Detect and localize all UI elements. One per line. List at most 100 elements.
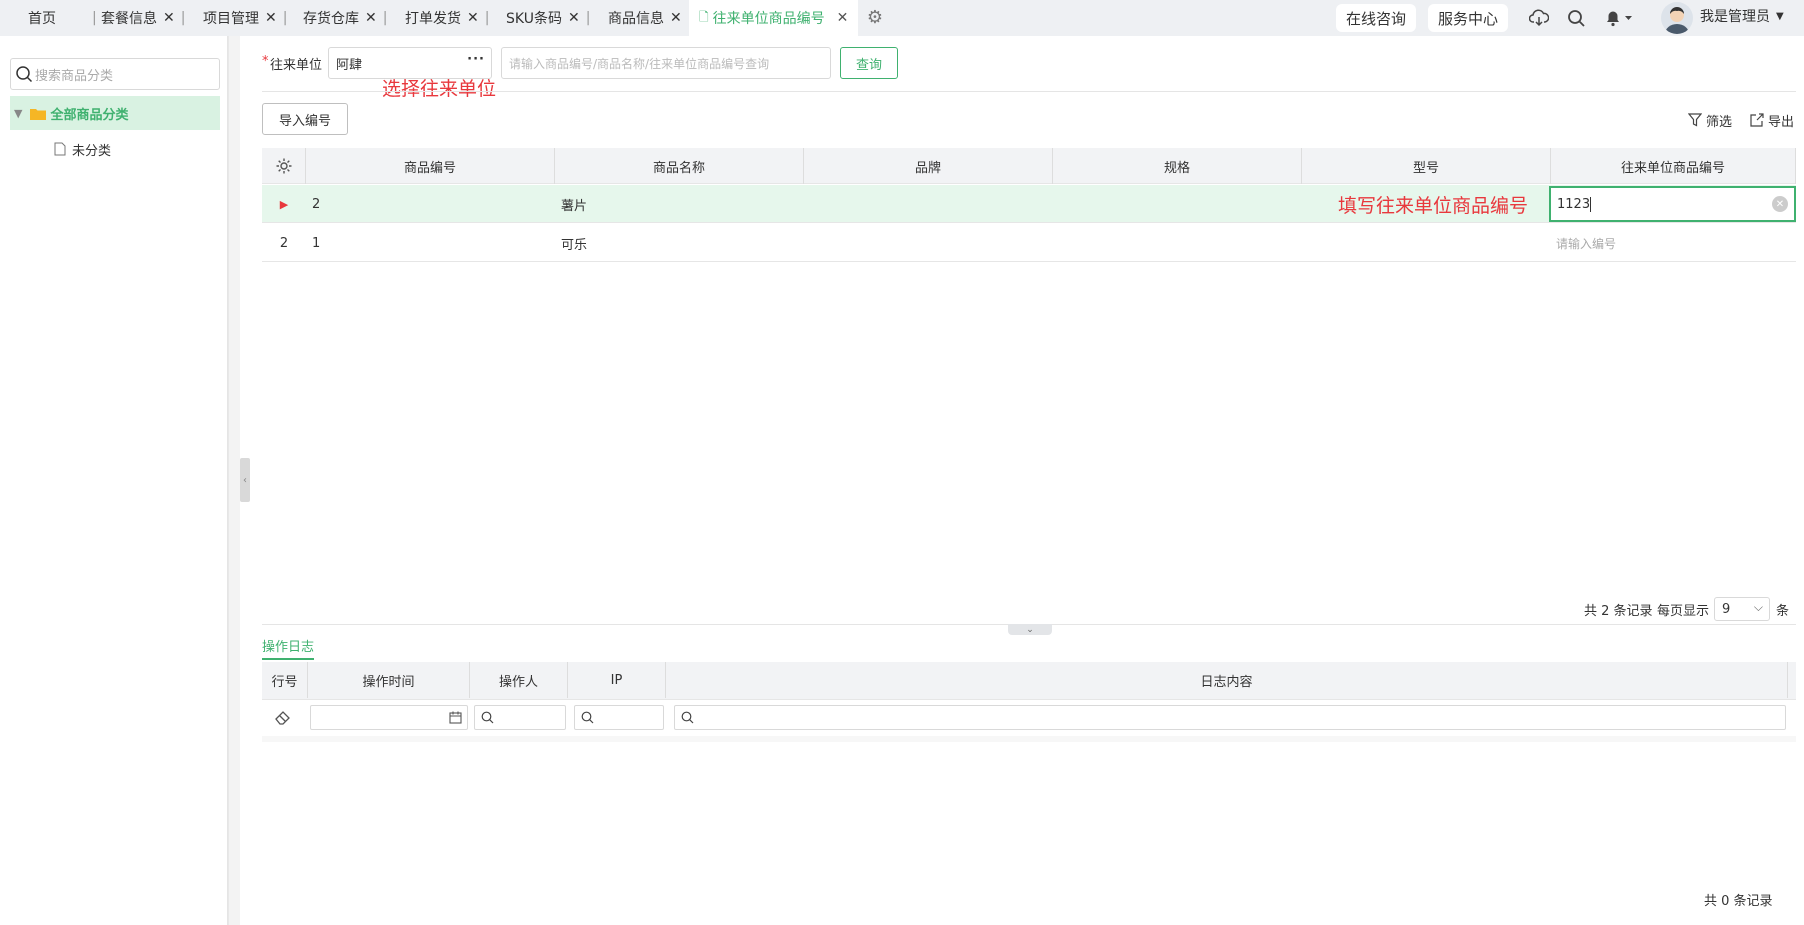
grid-header: 商品编号 商品名称 品牌 规格 型号 往来单位商品编号 <box>262 148 1796 184</box>
column-header-product-name[interactable]: 商品名称 <box>555 148 804 184</box>
per-page-select[interactable]: 9 ⌵ <box>1714 597 1770 621</box>
pager-unit: 条 <box>1776 604 1790 619</box>
online-consult-button[interactable]: 在线咨询 <box>1336 4 1417 32</box>
export-button[interactable]: 导出 <box>1750 110 1794 130</box>
tree-node-all-categories[interactable]: ▼ 全部商品分类 <box>10 96 220 130</box>
close-icon[interactable]: ✕ <box>265 10 277 26</box>
column-label: 行号 <box>271 674 298 690</box>
category-search-input[interactable]: 搜索商品分类 <box>10 58 220 90</box>
cloud-download-icon[interactable] <box>1527 6 1551 30</box>
partner-code-edit-input[interactable]: 1123 ✕ <box>1549 186 1796 222</box>
log-time-filter-input[interactable] <box>310 705 468 730</box>
column-settings-icon[interactable] <box>262 148 306 184</box>
import-codes-button[interactable]: 导入编号 <box>262 103 348 135</box>
column-label: 商品名称 <box>652 160 705 176</box>
product-search-placeholder: 请输入商品编号/商品名称/往来单位商品编号查询 <box>509 56 770 71</box>
cell-product-name: 薯片 <box>561 198 588 214</box>
log-total: 共 0 条记录 <box>1704 894 1773 909</box>
user-menu[interactable]: 我是管理员 ▼ <box>1700 0 1784 32</box>
tab-separator: | <box>180 10 186 26</box>
column-header-product-code[interactable]: 商品编号 <box>306 148 555 184</box>
search-icon <box>16 66 33 83</box>
filter-button[interactable]: 筛选 <box>1688 110 1732 130</box>
category-search-placeholder: 搜索商品分类 <box>35 68 114 84</box>
tab-separator: | <box>382 10 388 26</box>
column-header-model[interactable]: 型号 <box>1302 148 1551 184</box>
filter-label: 筛选 <box>1706 114 1733 130</box>
query-button[interactable]: 查询 <box>840 47 898 79</box>
table-row[interactable]: ▶ 2 薯片 填写往来单位商品编号 1123 ✕ <box>262 185 1796 223</box>
log-column-operator[interactable]: 操作人 <box>470 662 568 698</box>
text-caret <box>1590 196 1592 212</box>
cell-partner-code-placeholder[interactable]: 请输入编号 <box>1556 224 1616 262</box>
more-options-icon[interactable]: ··· <box>467 52 485 67</box>
log-column-content[interactable]: 日志内容 <box>666 662 1788 698</box>
tab-separator: | <box>282 10 288 26</box>
tab-operation-log[interactable]: 操作日志 <box>262 632 315 660</box>
close-icon[interactable]: ✕ <box>568 10 580 26</box>
log-grid-header: 行号 操作时间 操作人 IP 日志内容 <box>262 662 1796 700</box>
log-operator-filter-input[interactable] <box>474 705 566 730</box>
log-column-row-no[interactable]: 行号 <box>262 662 308 698</box>
column-header-brand[interactable]: 品牌 <box>804 148 1053 184</box>
sidebar-splitter[interactable] <box>228 36 240 925</box>
bell-icon[interactable] <box>1601 6 1637 30</box>
tree-child-label: 未分类 <box>72 143 112 159</box>
tab-label: SKU条码 <box>506 11 562 27</box>
calendar-icon[interactable] <box>449 711 462 724</box>
log-column-time[interactable]: 操作时间 <box>308 662 470 698</box>
close-icon[interactable]: ✕ <box>837 10 849 26</box>
column-label: 日志内容 <box>1200 674 1253 690</box>
log-tab-label: 操作日志 <box>262 639 315 655</box>
collapse-sidebar-handle[interactable]: ‹ <box>240 458 250 502</box>
partner-code-value: 1123 <box>1557 196 1591 212</box>
partner-value: 阿肆 <box>336 57 363 73</box>
row-pointer-icon: ▶ <box>279 197 289 211</box>
close-icon[interactable]: ✕ <box>670 10 682 26</box>
column-header-spec[interactable]: 规格 <box>1053 148 1302 184</box>
search-icon <box>681 711 694 724</box>
close-icon[interactable]: ✕ <box>163 10 175 26</box>
close-icon[interactable]: ✕ <box>365 10 377 26</box>
tab-sku-barcode[interactable]: SKU条码 ✕ | <box>506 0 590 36</box>
eraser-icon[interactable] <box>274 708 294 728</box>
log-content-filter-input[interactable] <box>674 705 1786 730</box>
column-label: 规格 <box>1163 160 1190 176</box>
column-label: 操作时间 <box>362 674 415 690</box>
export-label: 导出 <box>1768 114 1795 130</box>
annotation-select-partner: 选择往来单位 <box>382 78 497 100</box>
pager-total: 共 2 条记录 <box>1584 604 1653 619</box>
cell-row-index: 2 <box>279 235 289 251</box>
service-center-label: 服务中心 <box>1438 9 1499 28</box>
partner-label: 往来单位 <box>270 58 323 73</box>
tab-package-info[interactable]: 套餐信息 ✕ | <box>101 0 185 36</box>
caret-down-icon[interactable]: ▼ <box>14 107 22 120</box>
tab-label: 首页 <box>28 11 56 27</box>
tab-product-info[interactable]: 商品信息 ✕ <box>608 0 682 36</box>
tab-partner-product-code[interactable]: 🗋 往来单位商品编号 ✕ <box>689 0 859 36</box>
divider <box>262 91 1796 92</box>
column-label: 操作人 <box>498 674 538 690</box>
search-icon[interactable] <box>1564 6 1588 30</box>
log-column-ip[interactable]: IP <box>568 662 666 698</box>
category-sidebar: 搜索商品分类 ▼ 全部商品分类 未分类 <box>0 36 228 925</box>
collapse-panel-handle[interactable]: ⌄ <box>1008 624 1052 635</box>
tab-home[interactable]: 首页 | <box>28 0 97 36</box>
avatar[interactable] <box>1661 2 1693 34</box>
tab-project-management[interactable]: 项目管理 ✕ | <box>203 0 287 36</box>
tree-node-uncategorized[interactable]: 未分类 <box>54 138 111 160</box>
close-icon[interactable]: ✕ <box>467 10 479 26</box>
table-row[interactable]: 2 1 可乐 请输入编号 <box>262 224 1796 262</box>
document-icon: 🗋 <box>699 9 709 24</box>
product-search-input[interactable]: 请输入商品编号/商品名称/往来单位商品编号查询 <box>501 47 831 79</box>
tab-print-ship[interactable]: 打单发货 ✕ | <box>405 0 489 36</box>
clear-icon[interactable]: ✕ <box>1772 196 1788 212</box>
column-label: 往来单位商品编号 <box>1620 160 1725 176</box>
column-header-partner-code[interactable]: 往来单位商品编号 <box>1551 148 1796 184</box>
settings-gear-icon[interactable]: ⚙ <box>864 6 886 28</box>
log-body-shadow <box>262 736 1796 742</box>
log-ip-filter-input[interactable] <box>574 705 664 730</box>
tab-inventory-warehouse[interactable]: 存货仓库 ✕ | <box>303 0 387 36</box>
tree-root-label: 全部商品分类 <box>50 107 129 123</box>
service-center-button[interactable]: 服务中心 <box>1428 4 1509 32</box>
